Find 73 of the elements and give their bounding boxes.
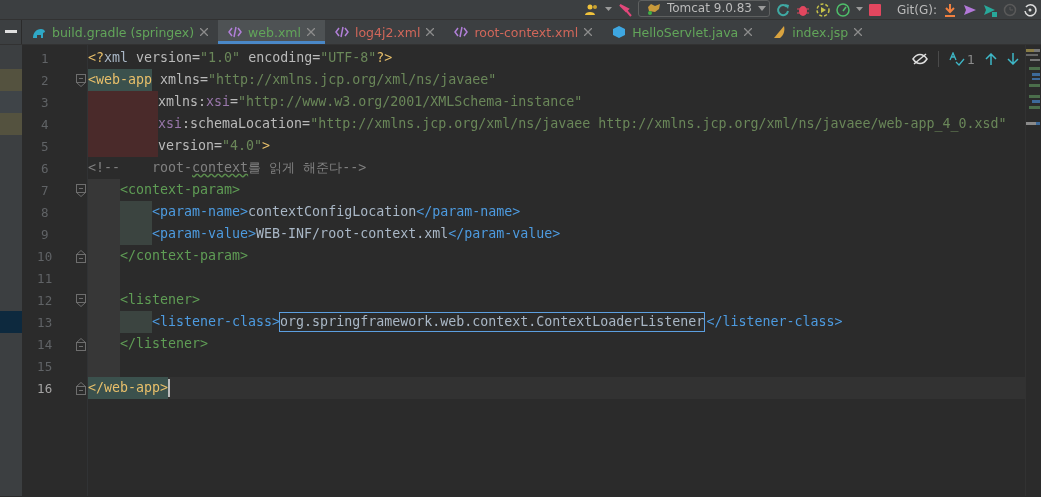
line-number: 6	[39, 160, 50, 176]
code-line: <param-name>contextConfigLocation</param-name>	[152, 203, 521, 221]
fold-icon[interactable]	[76, 183, 86, 197]
fold-icon[interactable]	[76, 337, 86, 351]
line-number: 9	[39, 226, 50, 242]
git-label: Git(G):	[896, 2, 937, 17]
coverage-icon[interactable]	[815, 2, 830, 17]
arrow-down-icon[interactable]	[1007, 53, 1019, 65]
close-icon[interactable]	[200, 28, 209, 36]
code-line: version="4.0">	[158, 137, 271, 155]
download-icon[interactable]	[943, 2, 957, 17]
line-number: 12	[36, 292, 54, 308]
rerun-icon[interactable]	[775, 2, 790, 17]
line-number: 16	[36, 380, 54, 396]
line-number: 2	[39, 72, 50, 88]
eye-crossed-icon[interactable]	[912, 53, 929, 65]
line-number: 7	[39, 182, 50, 198]
caret-icon[interactable]	[855, 7, 863, 12]
file-tab[interactable]: index.jsp	[762, 20, 873, 44]
close-icon[interactable]	[584, 28, 593, 36]
close-icon[interactable]	[306, 28, 315, 36]
code-line: <context-param>	[120, 181, 241, 199]
code-line: <?xml version="1.0" encoding="UTF-8"?>	[88, 49, 393, 67]
line-number: 8	[39, 204, 50, 220]
caret-icon	[757, 6, 766, 11]
code-brackets-icon	[454, 25, 469, 39]
close-icon[interactable]	[854, 28, 863, 36]
rollback-icon[interactable]	[1023, 2, 1037, 17]
line-number: 4	[39, 116, 50, 132]
file-tab[interactable]: web.xml	[218, 20, 325, 44]
fold-icon[interactable]	[76, 381, 86, 395]
fold-icon[interactable]	[76, 293, 86, 307]
code-brackets-icon	[228, 25, 243, 39]
people-icon[interactable]	[584, 3, 599, 16]
code-line: </context-param>	[120, 247, 249, 265]
send-icon[interactable]	[963, 2, 977, 17]
code-line: xsi:schemaLocation="http://xmlns.jcp.org/xml/ns/javaee http://xmlns.jcp.org/xml/ns/javaee/web-app_4_0.xsd"	[158, 115, 1007, 134]
file-tab[interactable]: build.gradle (springex)	[22, 20, 219, 44]
line-number: 1	[39, 50, 50, 66]
code-line: xmlns:xsi="http://www.w3.org/2001/XMLSchema-instance"	[158, 93, 583, 111]
line-number: 15	[36, 358, 54, 374]
line-number: 5	[39, 138, 50, 154]
close-icon[interactable]	[426, 28, 435, 36]
fold-icon[interactable]	[76, 73, 86, 87]
arrow-up-icon[interactable]	[985, 53, 997, 65]
run-configuration-dropdown[interactable]: Tomcat 9.0.83	[637, 0, 770, 17]
code-line: <listener>	[120, 291, 201, 309]
caret-icon[interactable]	[604, 7, 612, 12]
send-icon[interactable]	[983, 2, 997, 17]
line-number: 3	[39, 94, 50, 110]
sail-icon	[772, 25, 787, 39]
text-cursor	[168, 379, 171, 397]
inspection-widget[interactable]: 1	[949, 51, 975, 67]
line-number: 14	[36, 336, 54, 352]
code-line: <listener-class>org.springframework.web.context.ContextLoaderListener</listener-class>	[152, 311, 843, 333]
line-number: 13	[36, 314, 54, 330]
file-tab[interactable]: log4j2.xml	[324, 20, 445, 44]
line-number: 10	[36, 248, 54, 264]
code-line: <param-value>WEB-INF/root-context.xml</param-value>	[152, 225, 561, 243]
close-icon[interactable]	[744, 28, 753, 36]
file-tab[interactable]: HelloServlet.java	[602, 20, 763, 44]
spellcheck-icon	[949, 52, 966, 66]
code-line: </listener>	[120, 335, 209, 353]
code-brackets-icon	[334, 25, 349, 39]
cube-icon	[612, 25, 627, 39]
minimize-icon[interactable]	[4, 30, 17, 34]
gauge-icon[interactable]	[835, 2, 850, 17]
stop-icon[interactable]	[868, 3, 881, 16]
fold-icon[interactable]	[76, 249, 86, 263]
line-number: 11	[36, 270, 54, 286]
code-line: <web-app xmlns="http://xmlns.jcp.org/xml/ns/javaee"	[88, 69, 497, 91]
file-tab[interactable]: root-context.xml	[444, 20, 603, 44]
code-line: <!-- root-context를 읽게 해준다-->	[88, 159, 367, 177]
